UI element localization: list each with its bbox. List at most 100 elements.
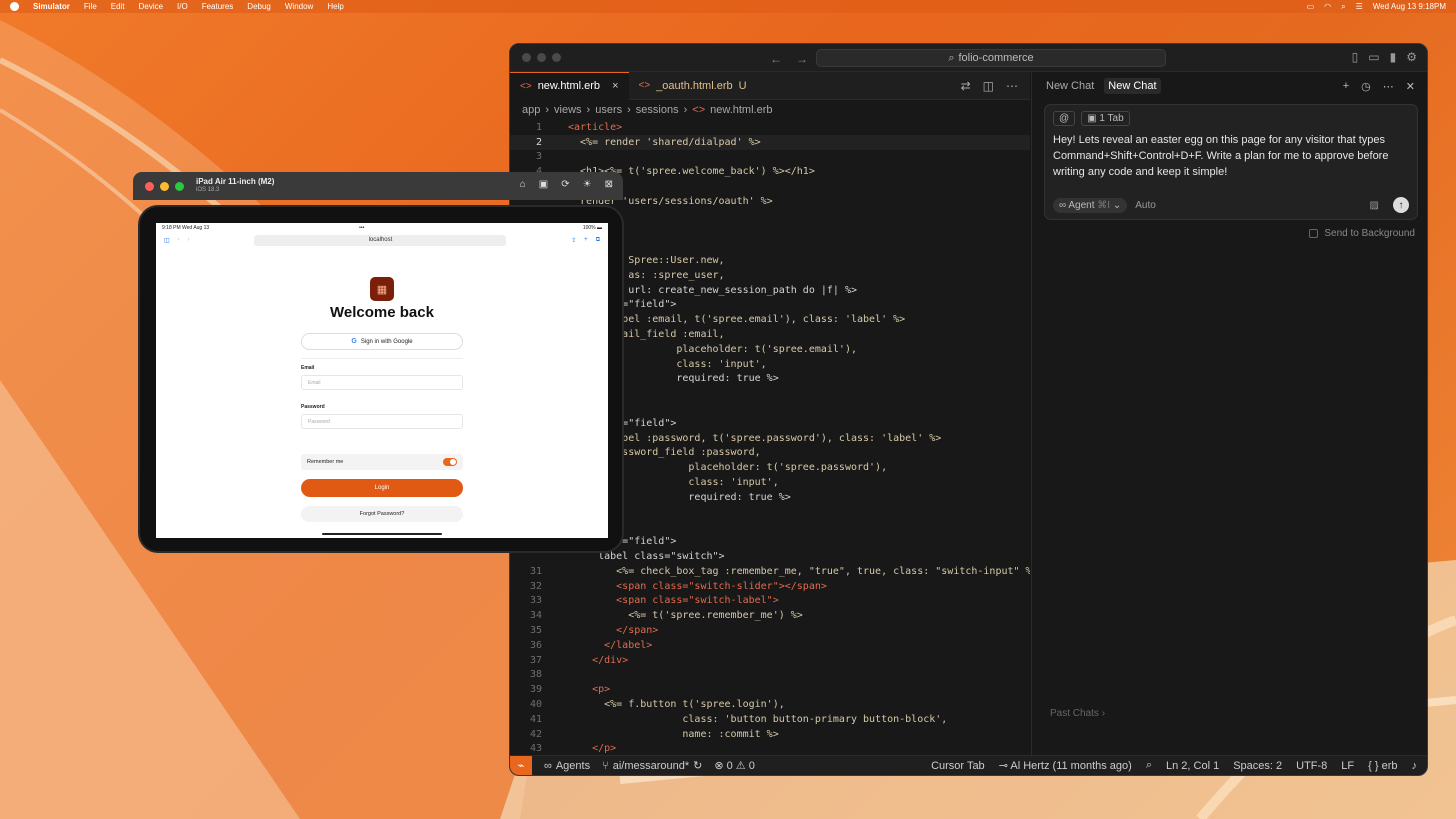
close-panel-icon[interactable]: ✕ (1406, 80, 1415, 93)
remote-indicator-icon[interactable]: ⌁ (510, 755, 532, 775)
apple-menu-icon[interactable] (10, 2, 19, 11)
tab-oauth-html-erb[interactable]: <> _oauth.html.erb U (629, 72, 757, 100)
code-line[interactable]: 38 (510, 668, 1030, 683)
new-chat-plus-icon[interactable]: + (1343, 80, 1349, 93)
forward-arrow-icon[interactable]: → (796, 52, 808, 66)
cursor-position[interactable]: Ln 2, Col 1 (1166, 760, 1219, 772)
code-line[interactable]: 37 </div> (510, 653, 1030, 668)
code-line[interactable]: 3 (510, 150, 1030, 165)
sidebar-icon[interactable]: ◫ (164, 237, 170, 244)
mention-at-icon[interactable]: @ (1053, 111, 1076, 126)
code-line[interactable]: 35 </span> (510, 623, 1030, 638)
close-tab-icon[interactable]: × (612, 80, 618, 92)
back-arrow-icon[interactable]: ← (770, 52, 782, 66)
sign-in-google-button[interactable]: G Sign in with Google (301, 333, 463, 350)
history-icon[interactable]: ◷ (1361, 80, 1371, 93)
screenshot-icon[interactable]: ▣ (539, 179, 548, 190)
email-field[interactable]: Email (301, 375, 463, 390)
more-options-icon[interactable]: ⋯ (1383, 80, 1394, 93)
code-line[interactable]: 43 </p> (510, 742, 1030, 756)
share-icon[interactable]: ⇪ (571, 237, 576, 244)
cursor-tab-status[interactable]: Cursor Tab (931, 760, 985, 772)
login-button[interactable]: Login (301, 479, 463, 497)
home-icon[interactable]: ⌂ (520, 179, 526, 190)
toggle-sidebar-icon[interactable]: ▯ (1352, 50, 1359, 64)
menu-file[interactable]: File (84, 2, 97, 11)
rotate-icon[interactable]: ⟳ (561, 179, 569, 190)
chat-message-input[interactable]: Hey! Lets reveal an easter egg on this p… (1053, 132, 1409, 180)
multitasking-dots-icon[interactable]: ••• (359, 225, 364, 231)
spotlight-search-icon[interactable]: ⌕ (1341, 2, 1345, 12)
code-line[interactable]: 34 <%= t('spree.remember_me') %> (510, 608, 1030, 623)
code-line[interactable]: 39 <p> (510, 682, 1030, 697)
code-line[interactable]: 36 </label> (510, 638, 1030, 653)
menu-features[interactable]: Features (202, 2, 234, 11)
chat-tab-active[interactable]: New Chat (1104, 78, 1161, 94)
notifications-bell-icon[interactable]: ♪ (1412, 760, 1418, 772)
close-window-button[interactable] (522, 53, 531, 62)
breadcrumb-item[interactable]: app (522, 104, 540, 116)
checkbox[interactable] (1309, 229, 1319, 238)
chat-tab[interactable]: New Chat (1046, 80, 1094, 92)
send-to-background-option[interactable]: Send to Background (1309, 228, 1415, 239)
new-tab-plus-icon[interactable]: + (584, 237, 588, 243)
appearance-sun-icon[interactable]: ☀ (583, 179, 592, 190)
tab-new-html-erb[interactable]: <> new.html.erb × (510, 71, 629, 100)
eol-status[interactable]: LF (1341, 760, 1354, 772)
code-line[interactable]: 32 <span class="switch-slider"></span> (510, 579, 1030, 594)
menu-help[interactable]: Help (327, 2, 343, 11)
breadcrumb-item[interactable]: sessions (636, 104, 679, 116)
code-line[interactable]: 41 class: 'button button-primary button-… (510, 712, 1030, 727)
menu-app-name[interactable]: Simulator (33, 2, 70, 11)
code-line[interactable]: 42 name: :commit %> (510, 727, 1030, 742)
minimize-window-button[interactable] (537, 53, 546, 62)
ipad-screen[interactable]: 9:18 PM Wed Aug 13 ••• 100% ▬ ◫ ‹ › loca… (156, 223, 608, 538)
breadcrumb-item[interactable]: views (554, 104, 582, 116)
compare-changes-icon[interactable]: ⇄ (961, 79, 971, 93)
encoding-status[interactable]: UTF-8 (1296, 760, 1327, 772)
image-attach-icon[interactable]: ▨ (1370, 200, 1379, 211)
remember-me-toggle[interactable] (443, 458, 457, 466)
breadcrumb-item[interactable]: new.html.erb (710, 104, 772, 116)
wifi-icon[interactable]: ◠ (1324, 2, 1331, 11)
control-center-icon[interactable]: ☰ (1356, 2, 1363, 11)
code-line[interactable]: 40 <%= f.button t('spree.login'), (510, 697, 1030, 712)
agents-status[interactable]: ∞ Agents (544, 760, 590, 772)
safari-address-bar[interactable]: localhost (254, 234, 507, 246)
command-center-search[interactable]: ⌕ folio-commerce (816, 49, 1166, 67)
code-line[interactable]: 33 <span class="switch-label"> (510, 594, 1030, 609)
menubar-clock[interactable]: Wed Aug 13 9:18PM (1373, 2, 1446, 11)
forgot-password-button[interactable]: Forgot Password? (301, 506, 463, 522)
send-arrow-up-icon[interactable]: ↑ (1393, 197, 1409, 213)
indentation-status[interactable]: Spaces: 2 (1233, 760, 1282, 772)
keyboard-icon[interactable]: ⊠ (605, 179, 613, 190)
code-line[interactable]: 1 <article> (510, 120, 1030, 135)
breadcrumb-item[interactable]: users (595, 104, 622, 116)
menu-edit[interactable]: Edit (111, 2, 125, 11)
agent-mode-selector[interactable]: ∞ Agent ⌘I ⌄ (1053, 197, 1128, 213)
past-chats-link[interactable]: Past Chats › (1050, 708, 1105, 719)
tabs-overview-icon[interactable]: ⧉ (596, 237, 600, 244)
menu-debug[interactable]: Debug (247, 2, 271, 11)
git-branch-status[interactable]: ⑂ ai/messaround* ↻ (602, 759, 702, 773)
zoom-window-button[interactable] (552, 53, 561, 62)
battery-icon[interactable]: ▭ (1307, 2, 1315, 11)
forward-icon[interactable]: › (188, 237, 190, 243)
toggle-panel-icon[interactable]: ▭ (1368, 50, 1379, 64)
back-icon[interactable]: ‹ (178, 237, 180, 243)
minimize-window-button[interactable] (160, 181, 169, 191)
toggle-secondary-sidebar-icon[interactable]: ▮ (1390, 50, 1397, 64)
zoom-icon[interactable]: ⌕ (1146, 759, 1152, 772)
password-field[interactable]: Password (301, 414, 463, 429)
menu-window[interactable]: Window (285, 2, 313, 11)
more-actions-icon[interactable]: ⋯ (1006, 79, 1018, 93)
menu-device[interactable]: Device (139, 2, 163, 11)
home-indicator[interactable] (322, 533, 442, 535)
menu-io[interactable]: I/O (177, 2, 188, 11)
git-blame-status[interactable]: ⊸ Al Hertz (11 months ago) (999, 759, 1132, 772)
split-editor-icon[interactable]: ◫ (983, 79, 994, 93)
code-line[interactable]: 2 <%= render 'shared/dialpad' %> (510, 134, 1030, 150)
context-chip[interactable]: ▣ 1 Tab (1081, 111, 1130, 126)
model-selector[interactable]: Auto (1135, 200, 1156, 211)
code-line[interactable]: 31 <%= check_box_tag :remember_me, "true… (510, 564, 1030, 579)
